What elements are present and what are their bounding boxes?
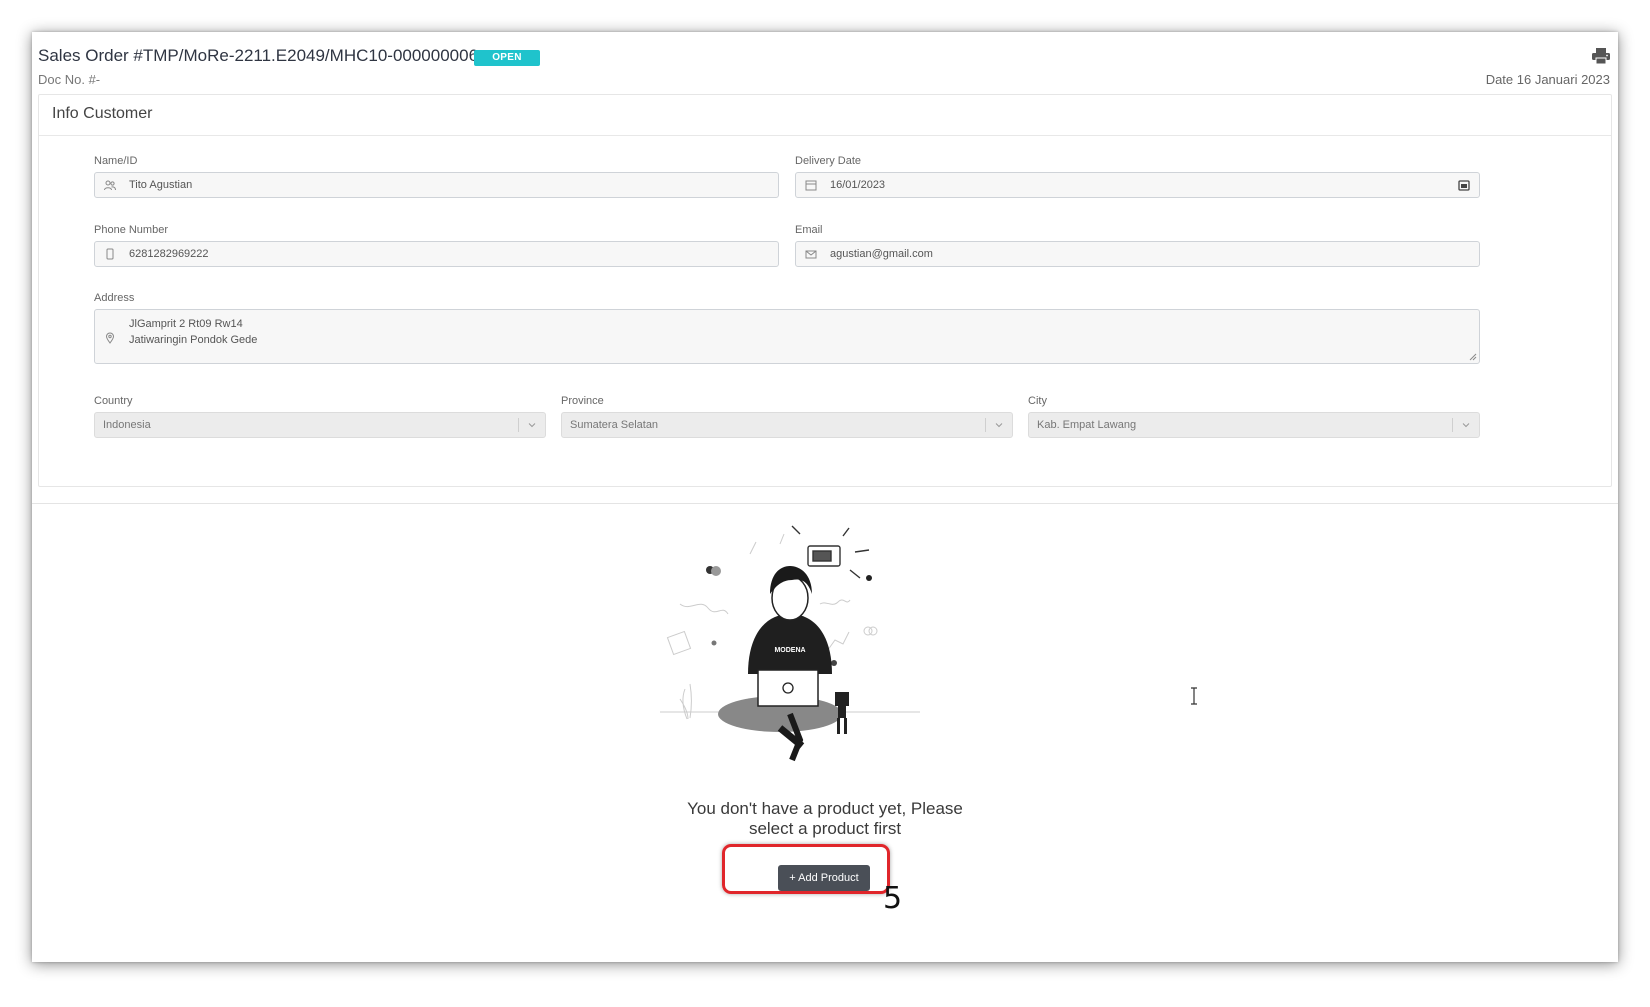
step-number-annotation: 5 [883,881,903,916]
phone-label: Phone Number [94,224,168,236]
calendar-icon [805,180,817,191]
envelope-icon [805,250,817,259]
email-value: agustian@gmail.com [830,248,933,260]
name-label: Name/ID [94,155,138,167]
status-badge: OPEN [474,50,540,66]
chevron-down-icon [1462,423,1470,428]
empty-message-line-1: You don't have a product yet, Please [687,799,963,818]
address-label: Address [94,292,135,304]
info-customer-card: Info Customer Name/ID Tito Agustian Deli… [38,94,1612,487]
empty-state-illustration: MODENA [660,525,920,762]
address-line-1: JlGamprit 2 Rt09 Rw14 [129,318,243,330]
phone-icon [106,248,114,260]
chevron-down-icon [995,423,1003,428]
email-input[interactable]: agustian@gmail.com [795,241,1480,267]
country-value: Indonesia [103,419,151,431]
map-pin-icon [105,332,115,344]
city-label: City [1028,395,1047,407]
name-value: Tito Agustian [129,179,193,191]
section-divider [32,503,1618,504]
order-title: Sales Order #TMP/MoRe-2211.E2049/MHC10-0… [38,46,479,65]
chevron-down-icon [528,423,536,428]
print-icon[interactable] [1592,48,1610,64]
select-separator [518,418,519,432]
email-label: Email [795,224,823,236]
name-input[interactable]: Tito Agustian [94,172,779,198]
add-product-button[interactable]: + Add Product [778,865,870,891]
country-label: Country [94,395,133,407]
calendar-picker-icon[interactable] [1458,179,1470,191]
empty-state-message: You don't have a product yet, Please sel… [0,799,1650,839]
delivery-date-input[interactable]: 16/01/2023 [795,172,1480,198]
city-select[interactable]: Kab. Empat Lawang [1028,412,1480,438]
province-value: Sumatera Selatan [570,419,659,431]
phone-input[interactable]: 6281282969222 [94,241,779,267]
user-icon [104,180,116,191]
doc-number: Doc No. #- [38,72,101,87]
doc-date: Date 16 Januari 2023 [1485,72,1610,87]
select-separator [1452,418,1453,432]
province-label: Province [561,395,604,407]
country-select[interactable]: Indonesia [94,412,546,438]
empty-message-line-2: select a product first [748,819,902,838]
select-separator [985,418,986,432]
illustration-brand-text: MODENA [774,647,805,654]
text-cursor-icon [1191,687,1197,705]
city-value: Kab. Empat Lawang [1037,419,1137,431]
delivery-date-label: Delivery Date [795,155,862,167]
resize-handle-icon[interactable] [1469,353,1477,361]
phone-value: 6281282969222 [129,248,209,260]
delivery-date-value: 16/01/2023 [830,179,886,191]
province-select[interactable]: Sumatera Selatan [561,412,1013,438]
address-line-2: Jatiwaringin Pondok Gede [129,334,258,346]
address-textarea[interactable]: JlGamprit 2 Rt09 Rw14 Jatiwaringin Pondo… [94,309,1480,364]
card-title: Info Customer [39,95,1611,136]
